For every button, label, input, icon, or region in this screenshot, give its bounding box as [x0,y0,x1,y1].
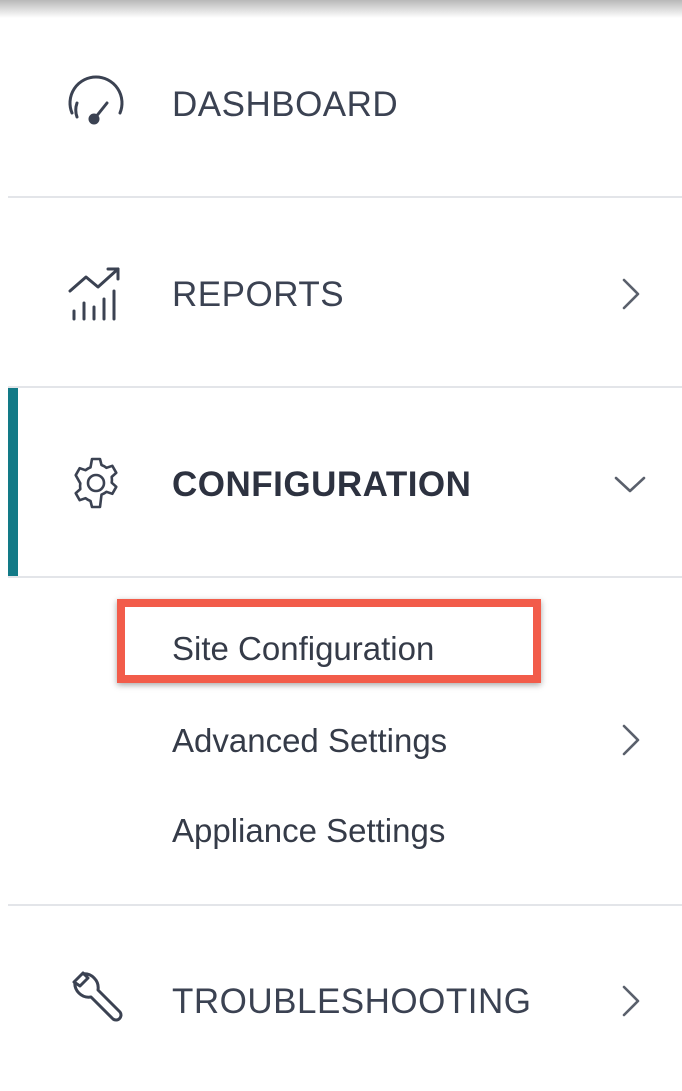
divider [8,904,682,906]
nav-label-configuration: CONFIGURATION [172,465,472,504]
gear-icon [64,451,128,515]
chevron-right-icon [612,276,648,312]
nav-item-dashboard[interactable]: DASHBOARD [8,70,682,140]
subnav-label: Appliance Settings [172,812,446,849]
subnav-label: Advanced Settings [172,722,448,759]
top-shadow [0,0,682,18]
chevron-right-icon [612,983,648,1019]
chevron-right-icon [612,722,648,758]
nav-item-reports[interactable]: REPORTS [8,258,682,328]
nav-item-configuration[interactable]: CONFIGURATION [8,448,682,518]
nav-label-troubleshooting: TROUBLESHOOTING [172,982,532,1021]
wrench-icon [64,968,128,1032]
nav-item-troubleshooting[interactable]: TROUBLESHOOTING [8,965,682,1035]
subnav-label: Site Configuration [172,630,435,667]
subnav-item-site-configuration[interactable]: Site Configuration [8,608,682,688]
chart-trend-icon [64,261,128,325]
chevron-down-icon [612,466,648,502]
navigation-sidebar: DASHBOARD REPORTS CONFIGURATION Site Con… [0,0,682,1091]
nav-label-reports: REPORTS [172,275,345,314]
speedometer-icon [64,73,128,137]
divider [8,386,682,388]
subnav-item-advanced-settings[interactable]: Advanced Settings [8,700,682,780]
subnav-item-appliance-settings[interactable]: Appliance Settings [8,790,682,870]
divider [8,576,682,578]
nav-label-dashboard: DASHBOARD [172,85,399,124]
divider [8,196,682,198]
